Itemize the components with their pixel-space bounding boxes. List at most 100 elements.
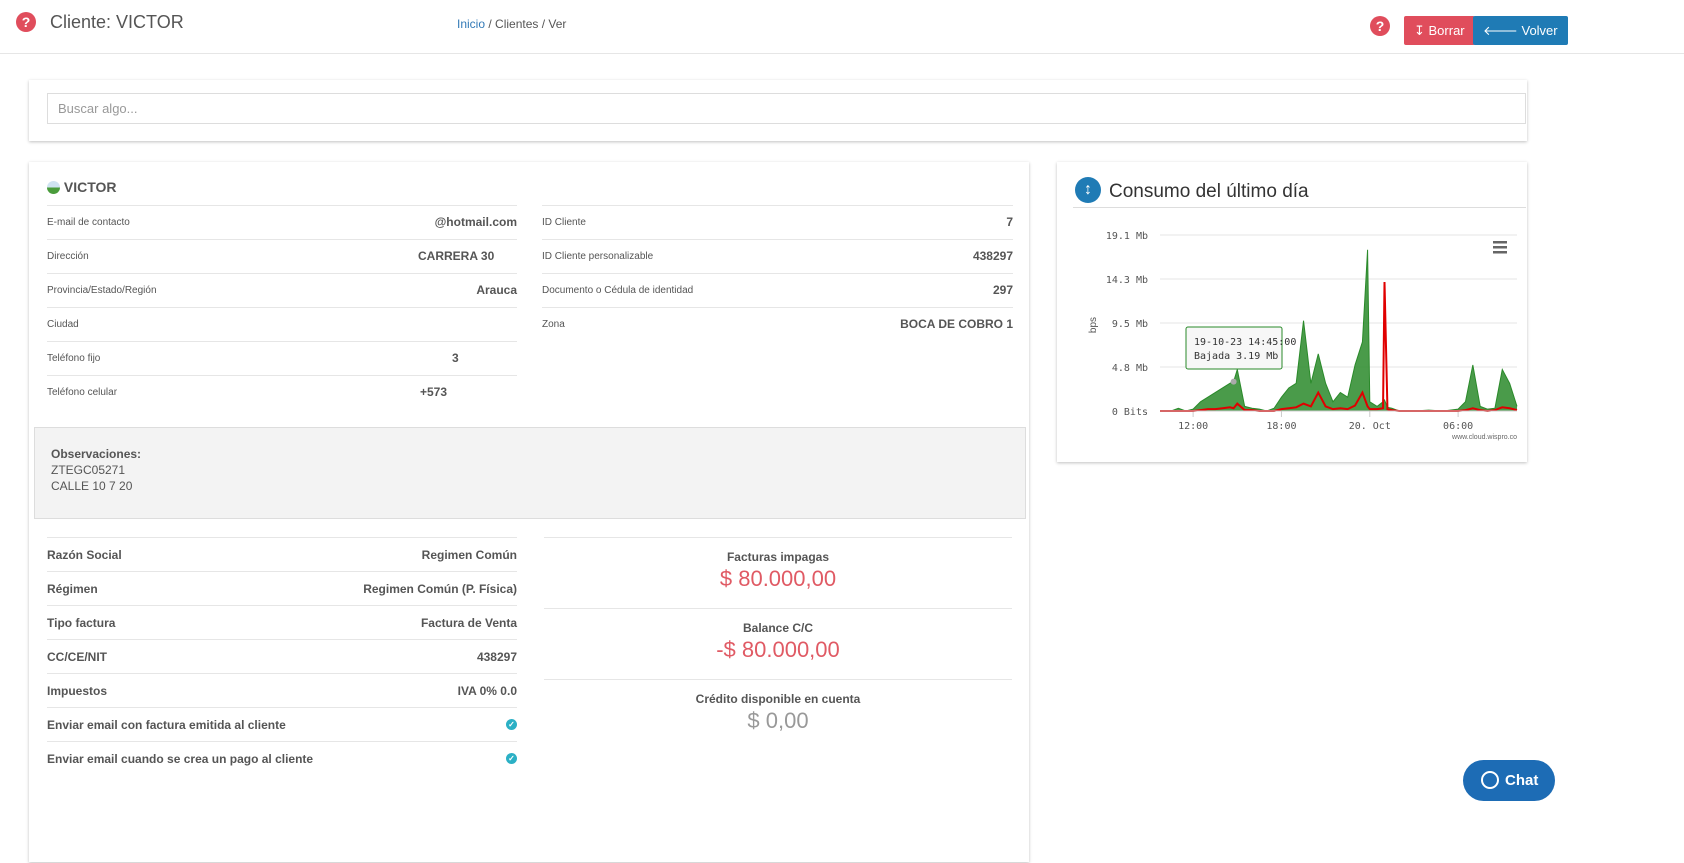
finance-amount: -$ 80.000,00	[716, 637, 840, 662]
field-label: ID Cliente	[542, 217, 586, 228]
finance-block: Crédito disponible en cuenta $ 0,00	[544, 679, 1012, 750]
help-icon[interactable]: ?	[16, 12, 36, 32]
field-label: Dirección	[47, 251, 89, 262]
billing-row: Razón Social Regimen Común	[47, 537, 517, 571]
x-tick-label: 20. Oct	[1349, 421, 1391, 432]
chat-icon	[1481, 771, 1499, 789]
field-value: 3	[452, 351, 459, 365]
tooltip-value: Bajada 3.19 Mb	[1194, 351, 1278, 362]
billing-row: Enviar email cuando se crea un pago al c…	[47, 741, 517, 775]
finance-amount: $ 0,00	[747, 708, 809, 733]
check-icon: ✓	[506, 753, 517, 764]
help-icon[interactable]: ?	[1370, 16, 1390, 36]
field-label: E-mail de contacto	[47, 217, 130, 228]
observations-box: Observaciones: ZTEGC05271 CALLE 10 7 20	[34, 427, 1026, 519]
field-value: 7	[1006, 215, 1013, 229]
field-label: Provincia/Estado/Región	[47, 285, 157, 296]
billing-value: Factura de Venta	[420, 616, 517, 630]
billing-row: Régimen Regimen Común (P. Física)	[47, 571, 517, 605]
field-row: ID Cliente 7	[542, 205, 1013, 239]
field-row: Teléfono celular +573	[47, 375, 517, 409]
field-value: @hotmail.com	[434, 215, 517, 229]
field-label: Zona	[542, 319, 565, 330]
x-tick-label: 06:00	[1443, 421, 1473, 432]
field-value: BOCA DE COBRO 1	[900, 317, 1013, 331]
field-row: Ciudad	[47, 307, 517, 341]
page-title: Cliente: VICTOR	[50, 12, 184, 32]
check-icon: ✓	[506, 719, 517, 730]
x-tick-label: 18:00	[1266, 421, 1296, 432]
back-label: Volver	[1521, 23, 1558, 38]
field-row: Dirección CARRERA 30	[47, 239, 517, 273]
y-tick-label: 19.1 Mb	[1106, 231, 1148, 242]
breadcrumb: Inicio / Clientes / Ver	[457, 17, 567, 31]
billing-row: CC/CE/NIT 438297	[47, 639, 517, 673]
field-value: 438297	[972, 249, 1013, 263]
observations-label: Observaciones:	[51, 447, 142, 461]
menu-icon	[1493, 241, 1507, 244]
y-tick-label: 0 Bits	[1112, 407, 1148, 418]
arrows-vertical-icon: ↕	[1075, 177, 1101, 203]
tooltip-box	[1185, 326, 1283, 370]
billing-row: Tipo factura Factura de Venta	[47, 605, 517, 639]
billing-label: Razón Social	[47, 548, 122, 562]
menu-icon	[1493, 251, 1507, 254]
field-value: Arauca	[476, 283, 517, 297]
observation-line: ZTEGC05271	[51, 463, 126, 477]
billing-label: Impuestos	[47, 684, 108, 698]
field-label: Teléfono celular	[47, 387, 118, 398]
field-value: +573	[420, 385, 448, 399]
search-input[interactable]: Buscar algo...	[47, 93, 1526, 124]
y-tick-label: 9.5 Mb	[1112, 319, 1148, 330]
billing-label: Tipo factura	[47, 616, 116, 630]
tooltip-time: 19-10-23 14:45:00	[1194, 337, 1296, 348]
field-row: E-mail de contacto @hotmail.com	[47, 205, 517, 239]
finance-label: Balance C/C	[742, 621, 814, 635]
finance-label: Facturas impagas	[726, 550, 830, 564]
delete-button[interactable]: ↧ Borrar	[1404, 16, 1475, 45]
field-value: CARRERA 30	[418, 249, 495, 263]
billing-label: Régimen	[47, 582, 98, 596]
finance-block: Balance C/C -$ 80.000,00	[544, 608, 1012, 679]
top-bar: ? Cliente: VICTOR Inicio / Clientes / Ve…	[0, 0, 1684, 54]
field-row: Documento o Cédula de identidad 297	[542, 273, 1013, 307]
y-tick-label: 14.3 Mb	[1106, 275, 1148, 286]
billing-label: Enviar email con factura emitida al clie…	[47, 718, 286, 732]
field-row: Zona BOCA DE COBRO 1	[542, 307, 1013, 341]
field-label: Documento o Cédula de identidad	[542, 285, 694, 296]
chart-credit: www.cloud.wispro.co	[1451, 434, 1517, 441]
field-label: ID Cliente personalizable	[542, 251, 654, 262]
field-row: Teléfono fijo 3	[47, 341, 517, 375]
observation-line: CALLE 10 7 20	[51, 479, 133, 493]
y-axis-label: bps	[1088, 317, 1099, 333]
finance-block: Facturas impagas $ 80.000,00	[544, 537, 1012, 608]
billing-label: Enviar email cuando se crea un pago al c…	[47, 752, 314, 766]
breadcrumb-ver: Ver	[548, 17, 567, 31]
hover-point	[1230, 378, 1237, 385]
billing-value: 438297	[476, 650, 517, 664]
finance-label: Crédito disponible en cuenta	[695, 692, 861, 706]
divider	[1073, 207, 1526, 208]
field-label: Ciudad	[47, 319, 79, 330]
billing-row: Impuestos IVA 0% 0.0	[47, 673, 517, 707]
x-tick-label: 12:00	[1178, 421, 1208, 432]
client-name-text: VICTOR	[63, 179, 117, 195]
field-row: Provincia/Estado/Región Arauca	[47, 273, 517, 307]
client-name: VICTOR	[47, 179, 117, 195]
billing-value: Regimen Común	[421, 548, 517, 562]
billing-value: Regimen Común (P. Física)	[363, 582, 517, 596]
avatar-icon	[47, 181, 60, 194]
field-value: 297	[992, 283, 1013, 297]
billing-row: Enviar email con factura emitida al clie…	[47, 707, 517, 741]
menu-icon	[1493, 246, 1507, 249]
chat-button[interactable]: Chat	[1463, 760, 1555, 801]
y-tick-label: 4.8 Mb	[1112, 363, 1148, 374]
consumption-chart: 0 Bits 4.8 Mb 9.5 Mb 14.3 Mb 19.1 Mb 12:00 18:…	[1088, 231, 1518, 441]
back-button[interactable]: 🡐 Volver	[1473, 16, 1568, 45]
field-label: Teléfono fijo	[47, 353, 101, 364]
field-row: ID Cliente personalizable 438297	[542, 239, 1013, 273]
breadcrumb-clientes[interactable]: Clientes	[495, 17, 538, 31]
finance-amount: $ 80.000,00	[719, 566, 837, 591]
billing-label: CC/CE/NIT	[47, 650, 107, 664]
breadcrumb-inicio[interactable]: Inicio	[457, 17, 485, 31]
